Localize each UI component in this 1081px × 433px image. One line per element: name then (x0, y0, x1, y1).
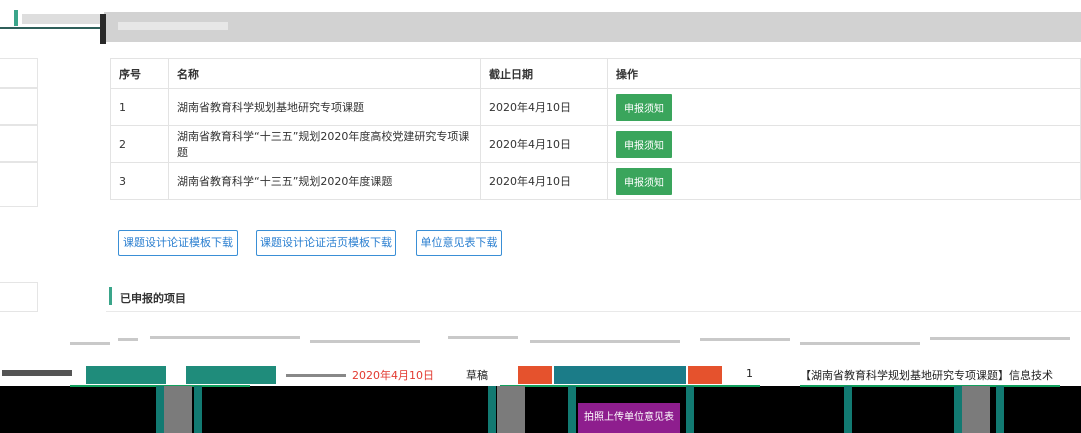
application-notice-button[interactable]: 申报须知 (616, 130, 672, 158)
row-warning-button[interactable] (518, 366, 552, 384)
left-panel-cell (0, 162, 38, 207)
row-action-button[interactable] (186, 366, 276, 384)
row-index: 2 (110, 125, 169, 163)
declared-table-header-garbled (0, 328, 1081, 356)
section-title: 已申报的项目 (120, 292, 186, 305)
row-project-name: 【湖南省教育科学规划基地研究专项课题】信息技术 (800, 369, 1053, 382)
header-accent-bar (14, 10, 18, 26)
download-unit-opinion-button[interactable]: 单位意见表下载 (416, 230, 502, 256)
row-index: 1 (746, 367, 753, 380)
row-index: 3 (110, 162, 169, 200)
row-action-cell: 申报须知 (607, 162, 1081, 200)
row-warning-button[interactable] (688, 366, 722, 384)
row-action-cell: 申报须知 (607, 88, 1081, 126)
row-action-cell: 申报须知 (607, 125, 1081, 163)
row-name: 湖南省教育科学“十三五”规划2020年度高校党建研究专项课题 (168, 125, 481, 163)
left-panel-cell (0, 282, 38, 312)
column-header-action: 操作 (607, 58, 1081, 89)
download-design-template-button[interactable]: 课题设计论证模板下载 (118, 230, 238, 256)
column-header-deadline: 截止日期 (480, 58, 608, 89)
row-status: 草稿 (466, 369, 488, 382)
table-row: 3 湖南省教育科学“十三五”规划2020年度课题 2020年4月10日 申报须知 (110, 162, 1081, 200)
row-name: 湖南省教育科学“十三五”规划2020年度课题 (168, 162, 481, 200)
row-action-button[interactable] (86, 366, 166, 384)
row-deadline: 2020年4月10日 (480, 162, 608, 200)
column-header-name: 名称 (168, 58, 481, 89)
table-row: 2 湖南省教育科学“十三五”规划2020年度高校党建研究专项课题 2020年4月… (110, 125, 1081, 163)
top-header (0, 0, 1081, 44)
section-accent-bar (109, 287, 112, 305)
header-gray-panel (104, 12, 1081, 42)
upload-unit-opinion-button[interactable]: 拍照上传单位意见表 (578, 403, 680, 433)
column-header-index: 序号 (110, 58, 169, 89)
row-index: 1 (110, 88, 169, 126)
header-title-blurred (22, 14, 102, 24)
left-panel-cell (0, 88, 38, 125)
row-deadline: 2020年4月10日 (480, 88, 608, 126)
table-row: 1 湖南省教育科学规划基地研究专项课题 2020年4月10日 申报须知 (110, 88, 1081, 126)
table-header-row: 序号 名称 截止日期 操作 (110, 58, 1081, 89)
left-panel-cell (0, 58, 38, 88)
application-notice-button[interactable]: 申报须知 (616, 93, 672, 121)
left-panel-cell (0, 125, 38, 162)
download-sheet-template-button[interactable]: 课题设计论证活页模板下载 (256, 230, 396, 256)
row-deadline: 2020年4月10日 (480, 125, 608, 163)
row-name: 湖南省教育科学规划基地研究专项课题 (168, 88, 481, 126)
header-dark-marker (100, 14, 106, 44)
application-notice-button[interactable]: 申报须知 (616, 167, 672, 195)
deadline-table: 序号 名称 截止日期 操作 1 湖南省教育科学规划基地研究专项课题 2020年4… (110, 58, 1081, 200)
row-deadline: 2020年4月10日 (352, 369, 434, 382)
declared-projects-header: 已申报的项目 (106, 282, 1081, 312)
row-action-button[interactable] (554, 366, 686, 384)
